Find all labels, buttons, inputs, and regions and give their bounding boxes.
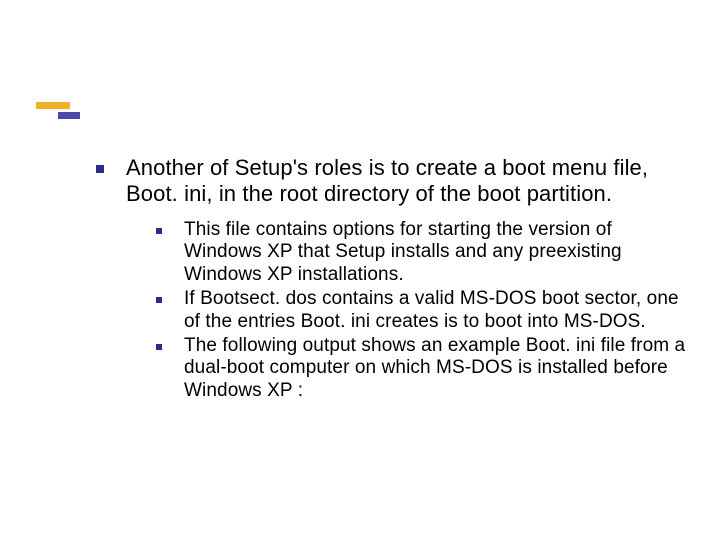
list-item: If Bootsect. dos contains a valid MS-DOS… xyxy=(156,288,691,333)
list-item-text: This file contains options for starting … xyxy=(184,219,622,285)
list-item: This file contains options for starting … xyxy=(156,219,691,286)
list-item: Another of Setup's roles is to create a … xyxy=(96,155,691,207)
accent-bars xyxy=(36,102,82,118)
content-area: Another of Setup's roles is to create a … xyxy=(96,155,691,404)
list-item-text: Another of Setup's roles is to create a … xyxy=(126,155,648,206)
accent-bar-blue xyxy=(58,112,80,119)
list-item-text: If Bootsect. dos contains a valid MS-DOS… xyxy=(184,288,679,331)
sub-list: This file contains options for starting … xyxy=(156,219,691,402)
square-bullet-icon xyxy=(96,165,104,173)
square-bullet-icon xyxy=(156,297,162,303)
accent-bar-yellow xyxy=(36,102,70,109)
slide: Another of Setup's roles is to create a … xyxy=(0,0,720,540)
list-item-text: The following output shows an example Bo… xyxy=(184,335,685,401)
list-item: The following output shows an example Bo… xyxy=(156,335,691,402)
square-bullet-icon xyxy=(156,228,162,234)
square-bullet-icon xyxy=(156,344,162,350)
